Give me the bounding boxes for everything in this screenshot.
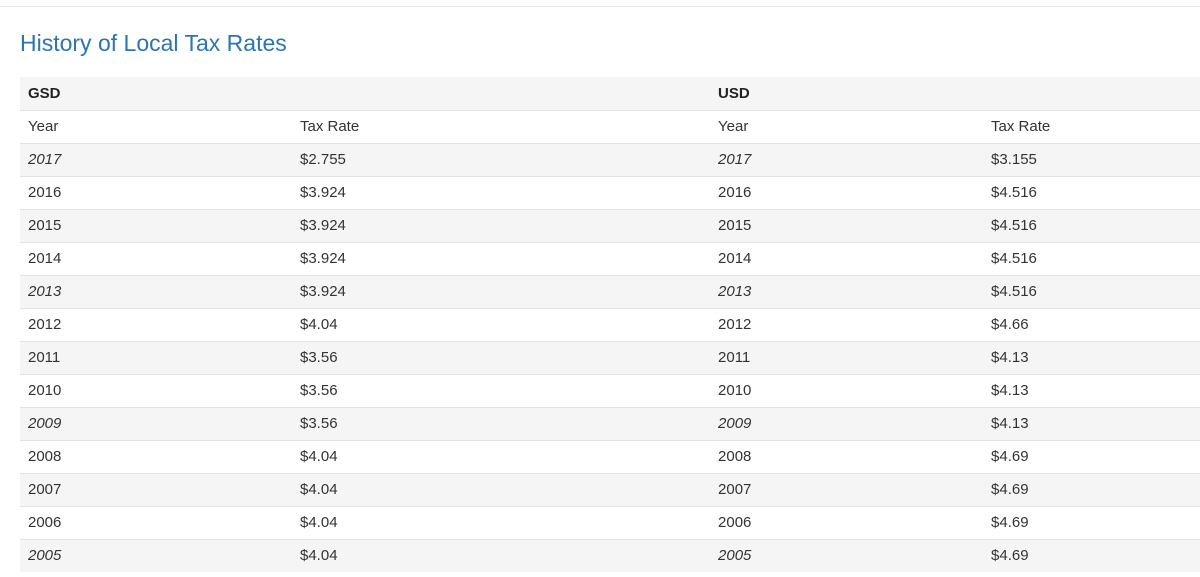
group-header-row: GSD USD	[20, 77, 1200, 110]
column-header-row: Year Tax Rate Year Tax Rate	[20, 109, 1200, 143]
page-title: History of Local Tax Rates	[20, 30, 287, 56]
usd-rate-cell: $4.516	[983, 175, 1200, 209]
table-row: 2009 $3.56 2009 $4.13	[20, 406, 1200, 440]
table-row: 2006 $4.04 2006 $4.69	[20, 505, 1200, 539]
table-row: 2017 $2.755 2017 $3.155	[20, 142, 1200, 176]
usd-year-cell: 2005	[710, 538, 984, 572]
gsd-year-cell: 2015	[20, 208, 292, 242]
gsd-rate-header: Tax Rate	[292, 109, 711, 143]
gsd-year-cell: 2008	[20, 439, 292, 473]
usd-rate-cell: $4.13	[983, 373, 1200, 407]
usd-rate-cell: $4.69	[983, 538, 1200, 572]
gsd-rate-cell: $3.924	[292, 274, 711, 308]
gsd-rate-cell: $3.924	[292, 208, 711, 242]
gsd-year-header: Year	[20, 109, 292, 143]
gsd-rate-cell: $4.04	[292, 472, 711, 506]
usd-year-cell: 2016	[710, 175, 984, 209]
gsd-year-cell: 2014	[20, 241, 292, 275]
table-row: 2014 $3.924 2014 $4.516	[20, 241, 1200, 275]
usd-year-cell: 2009	[710, 406, 984, 440]
gsd-rate-cell: $4.04	[292, 439, 711, 473]
gsd-year-cell: 2013	[20, 274, 292, 308]
usd-year-cell: 2012	[710, 307, 984, 341]
gsd-year-cell: 2005	[20, 538, 292, 572]
usd-rate-cell: $4.66	[983, 307, 1200, 341]
table-row: 2008 $4.04 2008 $4.69	[20, 439, 1200, 473]
usd-rate-cell: $4.516	[983, 241, 1200, 275]
usd-year-cell: 2011	[710, 340, 984, 374]
gsd-rate-cell: $4.04	[292, 505, 711, 539]
usd-rate-cell: $4.516	[983, 208, 1200, 242]
top-divider	[0, 6, 1200, 7]
gsd-rate-cell: $3.924	[292, 241, 711, 275]
gsd-year-cell: 2011	[20, 340, 292, 374]
gsd-rate-cell: $2.755	[292, 142, 711, 176]
table-row: 2015 $3.924 2015 $4.516	[20, 208, 1200, 242]
gsd-rate-cell: $3.56	[292, 340, 711, 374]
table-row: 2016 $3.924 2016 $4.516	[20, 175, 1200, 209]
gsd-year-cell: 2017	[20, 142, 292, 176]
group-gsd: GSD	[20, 77, 711, 110]
usd-year-cell: 2014	[710, 241, 984, 275]
usd-year-cell: 2007	[710, 472, 984, 506]
table-row: 2005 $4.04 2005 $4.69	[20, 538, 1200, 572]
usd-rate-cell: $4.69	[983, 505, 1200, 539]
gsd-year-cell: 2010	[20, 373, 292, 407]
table-row: 2010 $3.56 2010 $4.13	[20, 373, 1200, 407]
usd-year-cell: 2017	[710, 142, 984, 176]
usd-year-cell: 2008	[710, 439, 984, 473]
usd-rate-cell: $4.13	[983, 406, 1200, 440]
table-row: 2011 $3.56 2011 $4.13	[20, 340, 1200, 374]
usd-rate-cell: $4.13	[983, 340, 1200, 374]
table-row: 2007 $4.04 2007 $4.69	[20, 472, 1200, 506]
tax-rates-table: GSD USD Year Tax Rate Year Tax Rate 2017…	[20, 77, 1200, 572]
usd-year-cell: 2015	[710, 208, 984, 242]
usd-rate-cell: $4.69	[983, 439, 1200, 473]
table-row: 2012 $4.04 2012 $4.66	[20, 307, 1200, 341]
gsd-rate-cell: $3.924	[292, 175, 711, 209]
usd-rate-cell: $4.516	[983, 274, 1200, 308]
table-row: 2013 $3.924 2013 $4.516	[20, 274, 1200, 308]
usd-year-cell: 2013	[710, 274, 984, 308]
gsd-rate-cell: $3.56	[292, 406, 711, 440]
gsd-year-cell: 2006	[20, 505, 292, 539]
usd-rate-header: Tax Rate	[983, 109, 1200, 143]
gsd-year-cell: 2016	[20, 175, 292, 209]
gsd-year-cell: 2012	[20, 307, 292, 341]
gsd-year-cell: 2009	[20, 406, 292, 440]
gsd-rate-cell: $4.04	[292, 307, 711, 341]
gsd-year-cell: 2007	[20, 472, 292, 506]
usd-rate-cell: $4.69	[983, 472, 1200, 506]
usd-year-cell: 2010	[710, 373, 984, 407]
usd-year-header: Year	[710, 109, 984, 143]
usd-year-cell: 2006	[710, 505, 984, 539]
gsd-rate-cell: $4.04	[292, 538, 711, 572]
usd-rate-cell: $3.155	[983, 142, 1200, 176]
group-usd: USD	[710, 77, 1200, 110]
gsd-rate-cell: $3.56	[292, 373, 711, 407]
